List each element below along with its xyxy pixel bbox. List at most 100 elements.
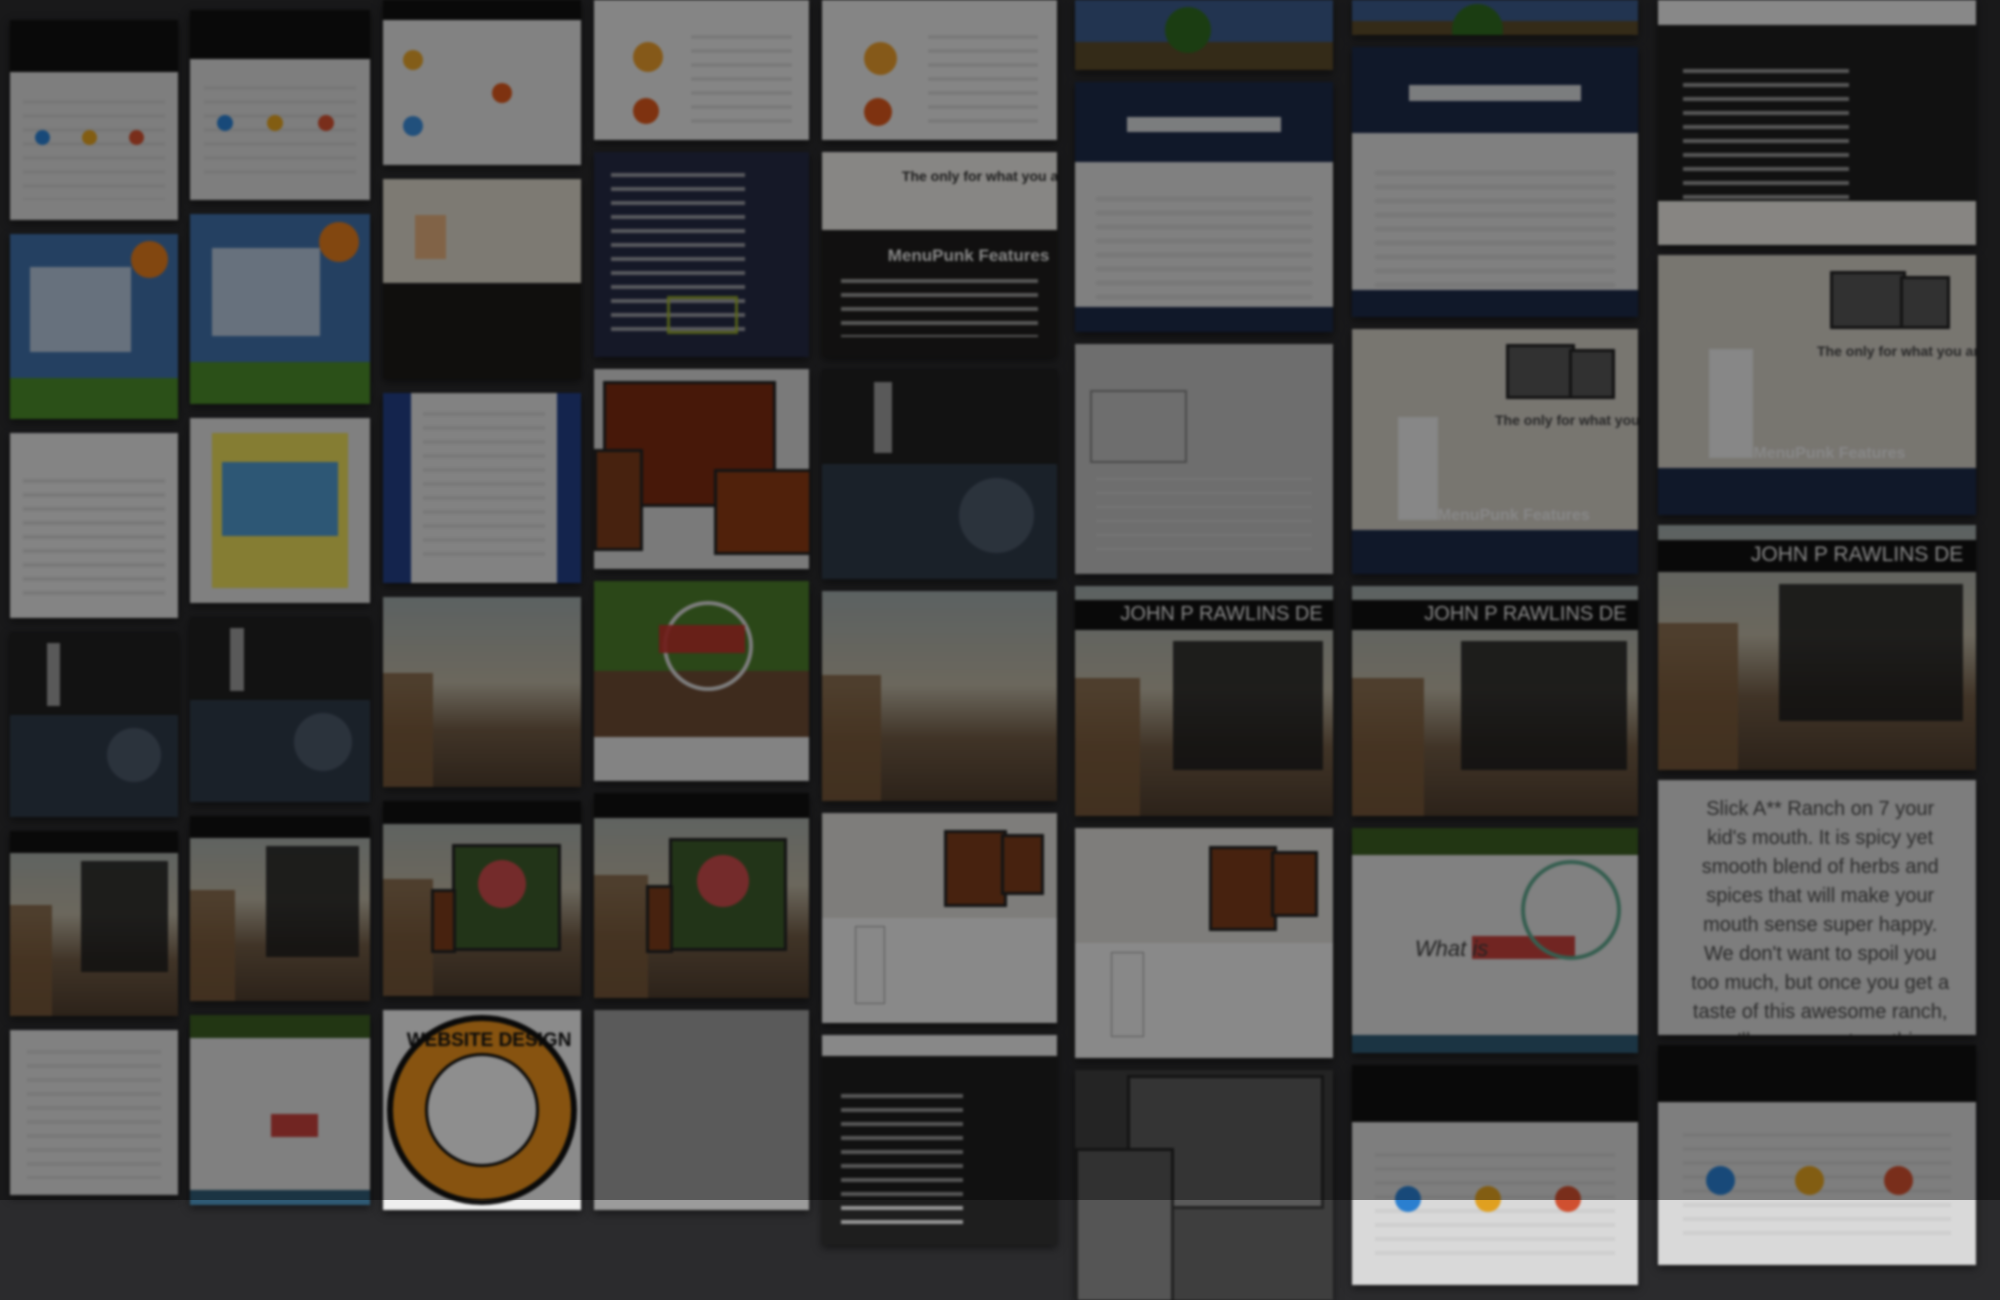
feature-icon xyxy=(1555,1186,1582,1212)
website-thumbnail xyxy=(1075,828,1333,1058)
website-thumbnail xyxy=(1352,47,1638,317)
content-lines xyxy=(422,412,546,564)
website-thumbnail xyxy=(190,214,370,404)
website-thumbnail xyxy=(594,152,809,357)
grass-band xyxy=(10,378,178,419)
site-header xyxy=(383,0,581,20)
name-header xyxy=(10,831,178,854)
logo-badge xyxy=(658,625,745,653)
navy-footer xyxy=(1352,290,1638,317)
rock-shape xyxy=(1352,678,1424,816)
site-name: JOHN P RAWLINS DE xyxy=(1120,602,1323,625)
content-lines xyxy=(23,100,165,200)
website-thumbnail xyxy=(594,369,809,569)
website-thumbnail xyxy=(822,0,1057,140)
website-thumbnail xyxy=(383,393,581,583)
feature-icon xyxy=(1705,1166,1735,1195)
green-band xyxy=(1352,828,1638,855)
website-thumbnail: Slick A** Ranch on 7 your kid's mouth. I… xyxy=(1658,780,1976,1035)
dark-band xyxy=(1658,468,1976,515)
website-thumbnail xyxy=(190,617,370,802)
header-band xyxy=(190,617,370,701)
site-header xyxy=(190,10,370,60)
website-thumbnail xyxy=(10,1030,178,1195)
website-thumbnail xyxy=(190,418,370,603)
device-monitor xyxy=(1000,834,1045,895)
website-thumbnail xyxy=(594,0,809,140)
dark-band xyxy=(383,283,581,379)
rock-shape xyxy=(822,675,881,801)
site-name: JOHN P RAWLINS DE xyxy=(1424,602,1627,625)
grass-band xyxy=(190,362,370,404)
logo-strip xyxy=(1658,200,1976,245)
content-lines xyxy=(26,1049,162,1179)
text-panel xyxy=(265,845,360,957)
rock-shape xyxy=(1658,623,1738,770)
icon-shape xyxy=(414,215,447,259)
screenshot-column xyxy=(594,0,809,1210)
feature-icon xyxy=(317,114,334,131)
white-band xyxy=(594,737,809,781)
website-thumbnail xyxy=(1075,1070,1333,1300)
content-lines xyxy=(1095,197,1313,307)
website-thumbnail xyxy=(1075,344,1333,574)
device-tablet xyxy=(944,829,1007,908)
content-panel xyxy=(211,248,320,336)
tagline-band xyxy=(822,152,1057,230)
screenshot-column: JOHN P RAWLINS DE xyxy=(1075,0,1333,1300)
device-phone xyxy=(645,885,674,953)
logo-circle xyxy=(478,859,527,908)
features-heading: MenuPunk Features xyxy=(1437,507,1590,524)
website-thumbnail: What is xyxy=(1352,828,1638,1053)
left-sidebar xyxy=(383,393,411,583)
rock-shape xyxy=(1075,678,1140,816)
header-band xyxy=(10,632,178,716)
dark-band xyxy=(1352,529,1638,574)
signup-field xyxy=(1409,84,1581,101)
site-header xyxy=(1658,1045,1976,1103)
website-thumbnail xyxy=(383,597,581,787)
site-name: JOHN P RAWLINS DE xyxy=(1750,542,1964,566)
tagline: The only for what you are xyxy=(1495,412,1638,429)
question-text: What is xyxy=(1414,936,1489,961)
fleur-emblem xyxy=(424,1052,540,1168)
feature-icon xyxy=(402,115,423,136)
badge-logo xyxy=(130,241,168,279)
phone-hands xyxy=(1708,348,1754,458)
screenshot-column: The only for what you are, as restaurant… xyxy=(822,0,1057,1245)
rock-shape xyxy=(383,879,433,996)
white-header xyxy=(822,1035,1057,1056)
feature-icon xyxy=(267,114,284,131)
feature-icon xyxy=(402,49,423,70)
feature-icon xyxy=(864,98,893,126)
feature-icon xyxy=(632,98,659,124)
logo-badge xyxy=(271,1113,318,1137)
phone-hands xyxy=(854,926,886,1004)
name-header: JOHN P RAWLINS DE xyxy=(1075,599,1333,630)
website-thumbnail xyxy=(190,10,370,200)
navy-footer xyxy=(1075,307,1333,332)
signup-field xyxy=(1126,117,1282,132)
screenshot-column: WEBSITE DESIGN xyxy=(383,0,581,1210)
website-thumbnail: JOHN P RAWLINS DE xyxy=(1658,525,1976,770)
site-header xyxy=(1352,1065,1638,1123)
feature-icon xyxy=(1474,1186,1501,1212)
feature-icon xyxy=(491,82,512,103)
website-thumbnail xyxy=(594,793,809,998)
phone-hands xyxy=(1397,417,1438,521)
wireframe-box xyxy=(1090,390,1188,463)
outline-shape xyxy=(667,295,738,335)
tree-shape xyxy=(1165,7,1212,53)
website-thumbnail xyxy=(383,0,581,165)
badge-logo xyxy=(319,221,360,262)
tablet-shape xyxy=(107,728,162,783)
white-header xyxy=(1658,0,1976,25)
device-monitor xyxy=(1829,270,1906,329)
device-tablet xyxy=(594,449,643,551)
badge-caption: WEBSITE DESIGN xyxy=(406,1030,572,1051)
screenshot-column: The only for what you are MenuPunk Featur… xyxy=(1352,0,1638,1285)
website-thumbnail xyxy=(190,1015,370,1205)
website-thumbnail: JOHN P RAWLINS DE xyxy=(1352,586,1638,816)
hand-shape xyxy=(873,381,893,453)
website-thumbnail xyxy=(822,1035,1057,1245)
